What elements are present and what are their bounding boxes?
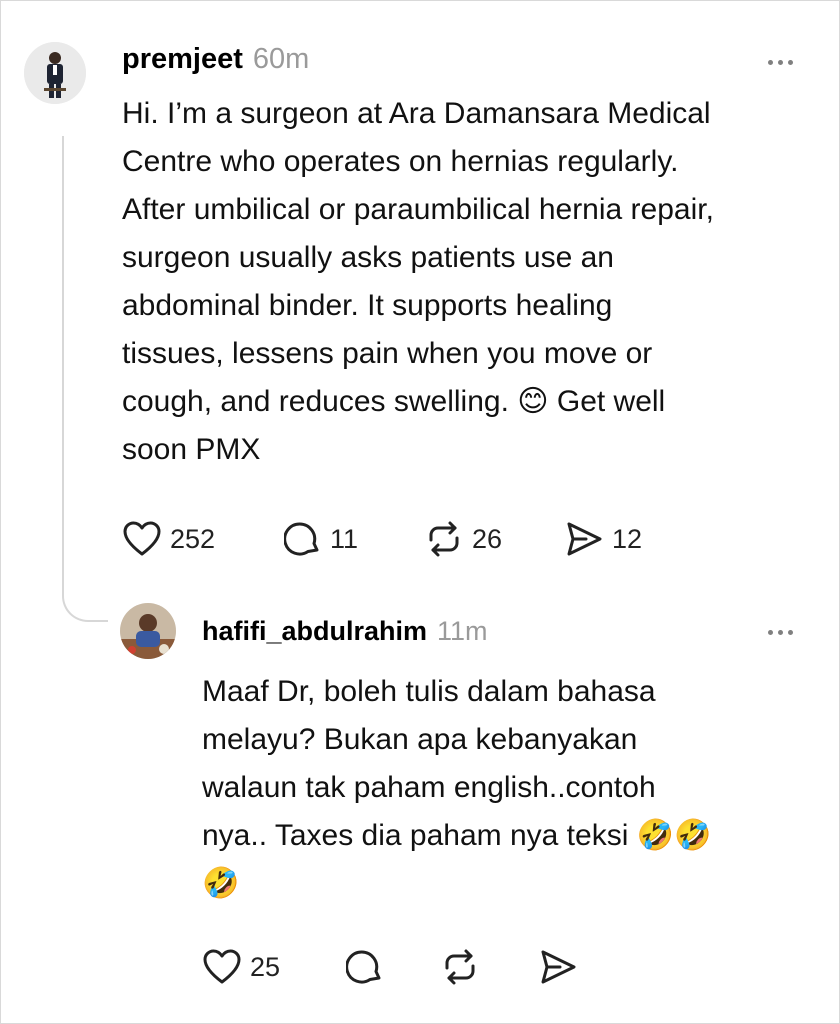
reply-share-button[interactable] [538, 948, 578, 986]
post-author[interactable]: premjeet 60m [122, 43, 309, 76]
heart-icon [203, 949, 241, 984]
more-options-icon[interactable] [768, 622, 804, 642]
repost-count: 26 [472, 523, 503, 554]
repost-button[interactable]: 26 [424, 520, 502, 558]
reply-like-button[interactable]: 25 [202, 948, 280, 986]
avatar-hafifi[interactable] [120, 603, 176, 659]
reply-reply-button[interactable] [346, 948, 384, 986]
share-icon [541, 950, 576, 984]
more-options-icon[interactable] [768, 52, 804, 72]
reply-button[interactable]: 11 [284, 520, 358, 558]
share-icon [567, 522, 602, 556]
reply-body: Maaf Dr, boleh tulis dalam bahasa melayu… [202, 675, 712, 900]
comment-icon [346, 950, 381, 984]
reply-username[interactable]: hafifi_abdulrahim [202, 616, 427, 646]
repost-icon [445, 949, 475, 985]
like-button[interactable]: 252 [122, 520, 215, 558]
reply-author[interactable]: hafifi_abdulrahim 11m [202, 616, 488, 647]
post-timestamp: 60m [252, 43, 310, 75]
thread-line [62, 136, 64, 592]
post-body: Hi. I’m a surgeon at Ara Damansara Medic… [122, 97, 714, 466]
avatar-premjeet[interactable] [24, 42, 86, 104]
heart-icon [123, 521, 161, 556]
reply-repost-button[interactable] [440, 948, 480, 986]
comment-icon [284, 522, 319, 556]
avatar-image [24, 42, 86, 104]
share-count: 12 [612, 523, 643, 554]
like-count: 252 [170, 523, 216, 554]
reply-count: 11 [330, 523, 359, 554]
avatar-image [120, 603, 176, 659]
post-username[interactable]: premjeet [122, 43, 243, 75]
reply-like-count: 25 [250, 951, 281, 982]
share-button[interactable]: 12 [564, 520, 642, 558]
reply-timestamp: 11m [437, 616, 488, 646]
repost-icon [429, 521, 459, 557]
